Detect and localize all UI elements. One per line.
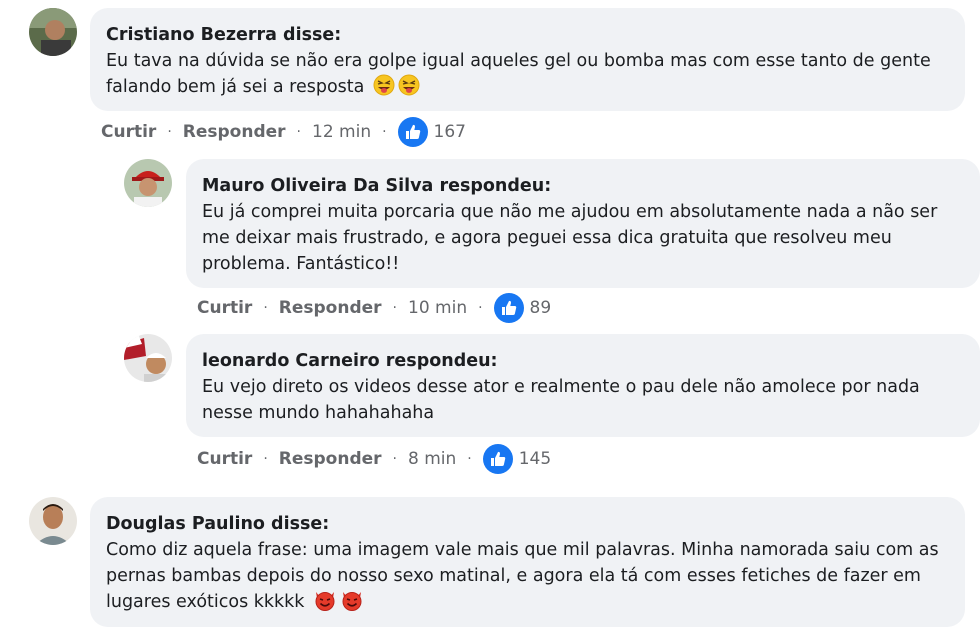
like-count[interactable]: 89	[530, 298, 552, 318]
separator: ·	[392, 300, 397, 316]
like-link[interactable]: Curtir	[101, 122, 156, 142]
separator: ·	[467, 451, 472, 467]
comment-bubble: Douglas Paulino disse: Como diz aquela f…	[90, 497, 965, 627]
comment-body: Eu vejo direto os videos desse ator e re…	[202, 377, 920, 423]
like-link[interactable]: Curtir	[197, 449, 252, 469]
avatar[interactable]	[29, 497, 77, 545]
timestamp: 10 min	[408, 298, 468, 318]
reply-link[interactable]: Responder	[279, 449, 382, 469]
smiling-devil-emoji	[340, 589, 364, 619]
separator: ·	[263, 300, 268, 316]
comment-text: Como diz aquela frase: uma imagem vale m…	[106, 537, 949, 619]
separator: ·	[296, 124, 301, 140]
timestamp: 12 min	[312, 122, 372, 142]
comment-author[interactable]: Cristiano Bezerra disse:	[106, 22, 949, 48]
comment-body: Eu tava na dúvida se não era golpe igual…	[106, 51, 931, 97]
comment-bubble: leonardo Carneiro respondeu: Eu vejo dir…	[186, 334, 980, 437]
like-count[interactable]: 167	[434, 122, 466, 142]
timestamp: 8 min	[408, 449, 457, 469]
like-count[interactable]: 145	[519, 449, 551, 469]
comment-actions: Curtir · Responder · 8 min · 145	[197, 443, 551, 475]
thumbs-up-icon[interactable]	[493, 293, 524, 323]
thumbs-up-icon[interactable]	[397, 117, 428, 147]
avatar[interactable]	[124, 159, 172, 207]
comment-author[interactable]: Douglas Paulino disse:	[106, 511, 949, 537]
comment-body: Eu já comprei muita porcaria que não me …	[202, 202, 938, 274]
thumbs-up-icon[interactable]	[482, 444, 513, 474]
separator: ·	[263, 451, 268, 467]
separator: ·	[382, 124, 387, 140]
separator: ·	[167, 124, 172, 140]
comment-actions: Curtir · Responder · 10 min · 89	[197, 292, 551, 324]
comment-actions: Curtir · Responder · 12 min · 167	[101, 116, 466, 148]
comment-author[interactable]: Mauro Oliveira Da Silva respondeu:	[202, 173, 964, 199]
reply-link[interactable]: Responder	[279, 298, 382, 318]
comment-bubble: Cristiano Bezerra disse: Eu tava na dúvi…	[90, 8, 965, 111]
comment-body: Como diz aquela frase: uma imagem vale m…	[106, 540, 939, 612]
squinting-tongue-emoji	[398, 74, 420, 104]
separator: ·	[478, 300, 483, 316]
comment-text: Eu tava na dúvida se não era golpe igual…	[106, 48, 949, 104]
squinting-tongue-emoji	[373, 74, 395, 104]
comment-bubble: Mauro Oliveira Da Silva respondeu: Eu já…	[186, 159, 980, 288]
smiling-devil-emoji	[313, 589, 337, 619]
comment-author[interactable]: leonardo Carneiro respondeu:	[202, 348, 964, 374]
like-link[interactable]: Curtir	[197, 298, 252, 318]
avatar[interactable]	[29, 8, 77, 56]
avatar[interactable]	[124, 334, 172, 382]
reply-link[interactable]: Responder	[183, 122, 286, 142]
separator: ·	[392, 451, 397, 467]
